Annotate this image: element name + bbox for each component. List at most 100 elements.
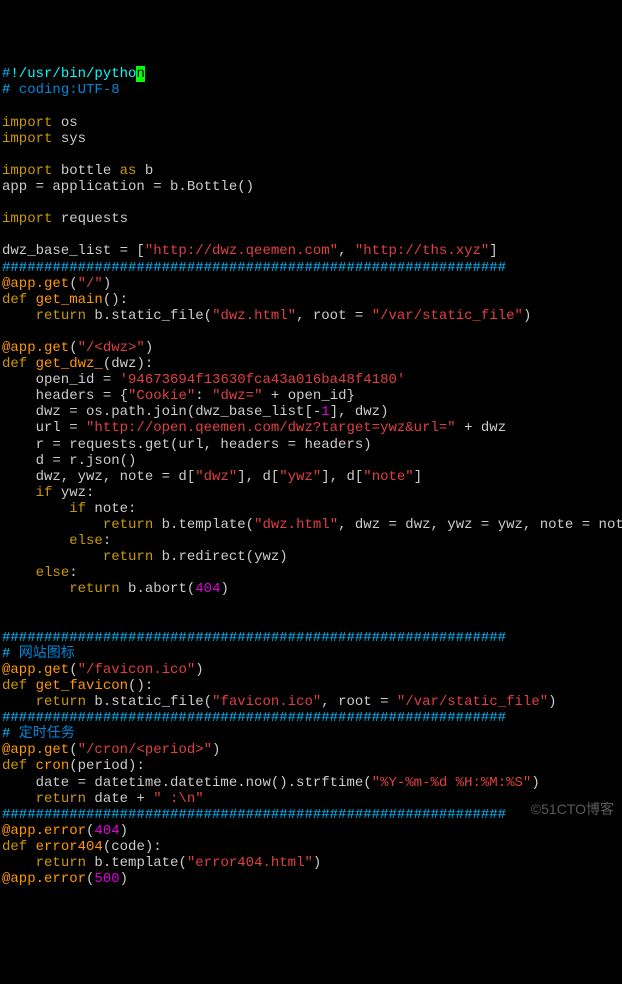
code-token: if — [69, 501, 86, 517]
code-line: @app.get("/cron/<period>") — [2, 742, 620, 758]
code-line: ########################################… — [2, 260, 620, 276]
code-line: dwz = os.path.join(dwz_base_list[-1], dw… — [2, 404, 620, 420]
code-line — [2, 614, 620, 630]
code-token: ) — [523, 308, 531, 324]
code-line: date = datetime.datetime.now().strftime(… — [2, 775, 620, 791]
code-token: ], dwz) — [330, 404, 389, 420]
code-token: (): — [128, 678, 153, 694]
code-token — [27, 356, 35, 372]
code-token: " :\n" — [153, 791, 203, 807]
code-line: dwz_base_list = ["http://dwz.qeemen.com"… — [2, 243, 620, 259]
code-token: ) — [531, 775, 539, 791]
code-line: return b.static_file("favicon.ico", root… — [2, 694, 620, 710]
code-token — [2, 195, 10, 211]
code-token: "/<dwz>" — [78, 340, 145, 356]
code-token: 404 — [195, 581, 220, 597]
code-token: "error404.html" — [187, 855, 313, 871]
code-token: "http://ths.xyz" — [355, 243, 489, 259]
code-token: @app.get — [2, 662, 69, 678]
code-line: import bottle as b — [2, 163, 620, 179]
code-token: ] — [414, 469, 422, 485]
code-token: import — [2, 163, 52, 179]
code-line: @app.error(500) — [2, 871, 620, 887]
code-token: "http://open.qeemen.com/dwz?target=ywz&u… — [86, 420, 456, 436]
code-token: import — [2, 115, 52, 131]
code-token — [27, 292, 35, 308]
code-token: return — [36, 308, 86, 324]
code-token: ) — [120, 871, 128, 887]
code-line — [2, 324, 620, 340]
code-token: (period): — [69, 758, 145, 774]
code-token: b.template( — [86, 855, 187, 871]
code-token — [2, 581, 69, 597]
code-token — [2, 694, 36, 710]
code-token: dwz, ywz, note = d[ — [2, 469, 195, 485]
code-token: ( — [69, 276, 77, 292]
code-token: else — [69, 533, 103, 549]
code-token: get_main — [36, 292, 103, 308]
code-line: def get_dwz_(dwz): — [2, 356, 620, 372]
code-line: @app.get("/favicon.ico") — [2, 662, 620, 678]
code-editor[interactable]: #!/usr/bin/python# coding:UTF-8 import o… — [2, 66, 620, 887]
code-token: , root = — [321, 694, 397, 710]
code-token: import — [2, 211, 52, 227]
code-line: @app.get("/") — [2, 276, 620, 292]
code-token: cron — [36, 758, 70, 774]
code-token: '94673694f13630fca43a016ba48f4180' — [120, 372, 406, 388]
code-token: error404 — [36, 839, 103, 855]
code-token: "Cookie" — [128, 388, 195, 404]
code-token — [2, 565, 36, 581]
code-token: b.static_file( — [86, 694, 212, 710]
code-token: b — [136, 163, 153, 179]
code-token — [27, 839, 35, 855]
code-token — [2, 791, 36, 807]
code-line: @app.error(404) — [2, 823, 620, 839]
code-token: ) — [120, 823, 128, 839]
code-token: open_id = — [2, 372, 120, 388]
code-token: return — [36, 855, 86, 871]
code-token: get_favicon — [36, 678, 128, 694]
code-token — [27, 758, 35, 774]
code-token — [2, 533, 69, 549]
code-token: 404 — [94, 823, 119, 839]
code-token: return — [69, 581, 119, 597]
code-line: headers = {"Cookie": "dwz=" + open_id} — [2, 388, 620, 404]
code-line: #!/usr/bin/python — [2, 66, 620, 82]
code-token: : — [195, 388, 212, 404]
code-token: get_dwz_ — [36, 356, 103, 372]
code-token: 500 — [94, 871, 119, 887]
code-token — [2, 517, 103, 533]
code-token: , dwz = dwz, ywz = ywz, note = note) — [338, 517, 622, 533]
code-line: def get_favicon(): — [2, 678, 620, 694]
code-token — [2, 485, 36, 501]
code-token: "%Y-%m-%d %H:%M:%S" — [372, 775, 532, 791]
code-token: "/favicon.ico" — [78, 662, 196, 678]
code-token: os — [52, 115, 77, 131]
code-token: : — [103, 533, 111, 549]
code-token: note: — [86, 501, 136, 517]
code-token — [2, 324, 10, 340]
code-token: ) — [195, 662, 203, 678]
code-line: return b.static_file("dwz.html", root = … — [2, 308, 620, 324]
code-token — [2, 549, 103, 565]
code-token: !/usr/bin/pytho — [10, 66, 136, 82]
code-token: app = application = b.Bottle() — [2, 179, 254, 195]
code-token: coding:UTF-8 — [10, 82, 119, 98]
code-token: ( — [86, 871, 94, 887]
code-token: else — [36, 565, 70, 581]
code-token: 网站图标 — [10, 646, 74, 662]
code-line: return b.template("dwz.html", dwz = dwz,… — [2, 517, 620, 533]
code-token: "/var/static_file" — [397, 694, 548, 710]
code-line: d = r.json() — [2, 453, 620, 469]
code-token: requests — [52, 211, 128, 227]
code-token: bottle — [52, 163, 119, 179]
code-token: ) — [103, 276, 111, 292]
code-token: 定时任务 — [10, 726, 74, 742]
code-token: b.abort( — [120, 581, 196, 597]
code-token: "http://dwz.qeemen.com" — [145, 243, 338, 259]
code-line: ########################################… — [2, 630, 620, 646]
code-token: return — [103, 517, 153, 533]
code-token: @app.get — [2, 276, 69, 292]
code-line — [2, 195, 620, 211]
code-line — [2, 147, 620, 163]
